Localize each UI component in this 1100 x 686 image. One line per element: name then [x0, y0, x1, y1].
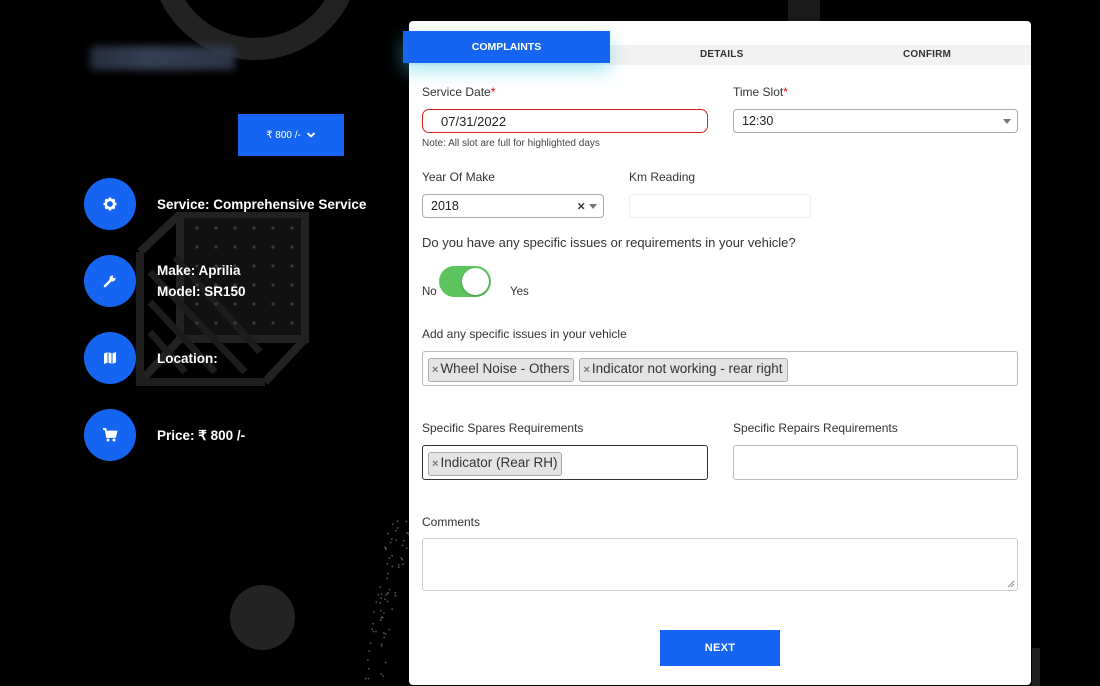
year-of-make-select[interactable]: 2018 ×	[422, 194, 604, 218]
tab-complaints[interactable]: COMPLAINTS	[403, 31, 610, 63]
toggle-no-label: No	[422, 286, 437, 298]
cart-icon	[84, 409, 136, 461]
map-icon	[84, 332, 136, 384]
year-of-make-value: 2018	[431, 199, 459, 213]
summary-location: Location:	[84, 332, 218, 384]
clear-selection-icon[interactable]: ×	[577, 199, 585, 214]
decorative-corner	[1032, 648, 1040, 686]
issue-tag: × Wheel Noise - Others	[428, 358, 575, 382]
summary-vehicle: Make: Aprilia Model: SR150	[84, 255, 246, 307]
summary-price-text: Price: ₹ 800 /-	[157, 427, 246, 443]
tag-remove-icon[interactable]: ×	[432, 364, 438, 376]
summary-make: Make: Aprilia	[157, 263, 241, 278]
summary-service-text: Service: Comprehensive Service	[157, 196, 367, 212]
service-date-value: 07/31/2022	[441, 113, 507, 129]
summary-service: Service: Comprehensive Service	[84, 178, 366, 230]
service-date-label: Service Date*	[422, 85, 496, 99]
tag-remove-icon[interactable]: ×	[432, 458, 438, 470]
repairs-label: Specific Repairs Requirements	[733, 421, 898, 435]
spare-tag: × Indicator (Rear RH)	[428, 452, 563, 476]
wrench-icon	[84, 255, 136, 307]
service-date-input[interactable]: 07/31/2022	[422, 109, 708, 133]
summary-location-text: Location:	[157, 350, 218, 366]
caret-down-icon	[589, 204, 597, 209]
issue-tag: × Indicator not working - rear right	[579, 358, 788, 382]
next-button[interactable]: NEXT	[660, 630, 780, 666]
tag-remove-icon[interactable]: ×	[583, 364, 589, 376]
decorative-dots	[364, 520, 410, 680]
specific-issues-label: Add any specific issues in your vehicle	[422, 327, 627, 341]
price-button-label: ₹ 800 /-	[266, 129, 301, 141]
spares-multiselect[interactable]: × Indicator (Rear RH)	[422, 445, 708, 480]
toggle-yes-label: Yes	[510, 286, 529, 298]
decorative-bar	[788, 0, 820, 22]
resize-handle-icon[interactable]	[1007, 580, 1015, 588]
time-slot-select[interactable]: 12:30	[733, 109, 1018, 133]
decorative-circle	[230, 585, 295, 650]
time-slot-label: Time Slot*	[733, 85, 788, 99]
price-dropdown-button[interactable]: ₹ 800 /-	[238, 114, 344, 156]
summary-model: Model: SR150	[157, 284, 246, 299]
required-mark: *	[783, 85, 788, 99]
required-mark: *	[490, 85, 496, 99]
caret-down-icon	[1003, 119, 1011, 124]
km-reading-input[interactable]	[629, 194, 811, 218]
tab-confirm[interactable]: CONFIRM	[903, 49, 951, 60]
slot-note: Note: All slot are full for highlighted …	[422, 138, 600, 149]
issues-question: Do you have any specific issues or requi…	[422, 235, 796, 250]
chevron-down-icon	[306, 132, 315, 138]
comments-textarea[interactable]	[422, 538, 1018, 591]
specific-issues-multiselect[interactable]: × Wheel Noise - Others × Indicator not wor…	[422, 351, 1018, 386]
spares-label: Specific Spares Requirements	[422, 421, 584, 435]
time-slot-value: 12:30	[742, 114, 774, 128]
km-reading-label: Km Reading	[629, 170, 696, 184]
comments-label: Comments	[422, 515, 481, 529]
tab-details[interactable]: DETAILS	[700, 49, 743, 60]
summary-price: Price: ₹ 800 /-	[84, 409, 245, 461]
issues-toggle[interactable]	[439, 266, 491, 297]
toggle-knob	[462, 268, 489, 295]
repairs-multiselect[interactable]	[733, 445, 1018, 480]
brand-logo[interactable]	[90, 46, 235, 70]
year-of-make-label: Year Of Make	[422, 170, 495, 184]
gear-icon	[84, 178, 136, 230]
